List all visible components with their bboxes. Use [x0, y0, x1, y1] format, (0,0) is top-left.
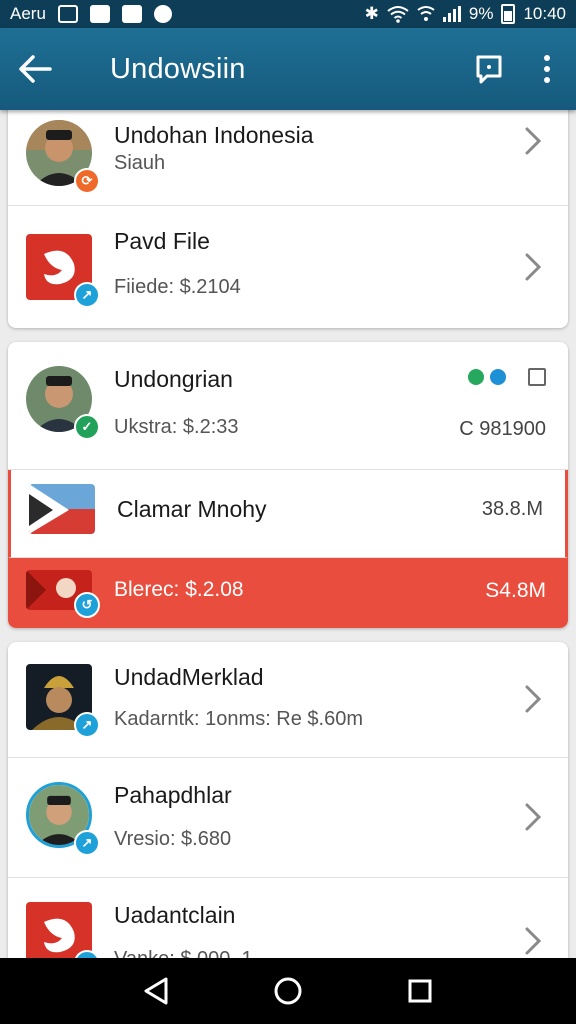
nav-recents-button[interactable]	[396, 967, 444, 1015]
status-badge: ↗	[74, 712, 100, 738]
wifi-secondary-icon	[417, 6, 435, 21]
item-subtitle: Kadarntk: 1onms: Re $.60m	[114, 708, 364, 730]
list-item-highlighted[interactable]: ↺ Blerec: $.2.08 S4.8M	[8, 558, 568, 628]
item-name: Undongrian	[114, 366, 233, 392]
avatar: ↗	[26, 902, 100, 958]
item-name: Clamar Mnohy	[117, 496, 267, 522]
content-list: ⟳ Undohan Indonesia Siauh ↗ Pavd File Fi…	[0, 110, 576, 958]
avatar: ↺	[26, 570, 100, 618]
nav-home-button[interactable]	[264, 967, 312, 1015]
circle-home-icon	[274, 977, 302, 1005]
item-name: UndadMerklad	[114, 664, 264, 690]
message-button[interactable]	[460, 28, 518, 110]
image-notification-icon	[57, 5, 78, 23]
contact-card: ✓ Undongrian Ukstra: $.2:33 C 981900 Cla…	[8, 342, 568, 628]
item-subtitle: Vanke: $.000..1	[114, 948, 253, 958]
chevron-right-icon	[525, 253, 542, 281]
list-item[interactable]: ↗ Pavd File Fiiede: $.2104	[8, 206, 568, 328]
square-icon	[528, 368, 546, 386]
avatar	[29, 484, 97, 536]
app-logo-red	[26, 902, 92, 958]
system-nav-bar	[0, 958, 576, 1024]
status-bar: Aeru ✱ 9% 10:40	[0, 0, 576, 28]
app-notification-icon	[89, 5, 110, 23]
item-value: 38.8.M	[481, 498, 543, 520]
arrow-left-icon	[19, 55, 52, 83]
battery-icon	[501, 4, 516, 24]
avatar: ✓	[26, 366, 100, 440]
item-name: Blerec: $.2.08	[114, 578, 244, 601]
item-name: Undohan Indonesia	[114, 122, 314, 148]
item-value: C 981900	[459, 418, 546, 440]
status-badge: ↗	[74, 282, 100, 308]
item-value: S4.8M	[485, 579, 546, 602]
list-item[interactable]: ⟳ Undohan Indonesia Siauh	[8, 110, 568, 206]
more-vert-icon	[544, 55, 550, 83]
chevron-right-icon	[525, 927, 542, 955]
status-indicators	[468, 368, 546, 386]
clock: 10:40	[523, 4, 566, 23]
back-button[interactable]	[0, 28, 70, 110]
avatar: ↗	[26, 234, 100, 308]
avatar: ⟳	[26, 120, 100, 194]
item-name: Pahapdhlar	[114, 782, 232, 808]
verified-badge: ✓	[74, 414, 100, 440]
battery-percent: 9%	[468, 4, 494, 23]
info-dot-icon	[490, 369, 506, 385]
overflow-menu-button[interactable]	[518, 28, 576, 110]
sync-notification-icon	[153, 5, 172, 23]
contact-card: ⟳ Undohan Indonesia Siauh ↗ Pavd File Fi…	[8, 110, 568, 328]
nav-back-button[interactable]	[132, 967, 180, 1015]
chat-bubble-icon	[476, 55, 502, 84]
chevron-right-icon	[525, 127, 542, 155]
list-item[interactable]: ✓ Undongrian Ukstra: $.2:33 C 981900	[8, 342, 568, 470]
flag-image	[29, 484, 95, 534]
item-subtitle: Vresio: $.680	[114, 828, 232, 850]
chevron-right-icon	[525, 803, 542, 831]
list-item[interactable]: Clamar Mnohy 38.8.M	[8, 470, 568, 558]
list-item[interactable]: ↗ UndadMerklad Kadarntk: 1onms: Re $.60m	[8, 642, 568, 758]
signal-icon	[442, 6, 461, 22]
bluetooth-icon: ✱	[364, 4, 379, 23]
list-item[interactable]: ↗ Pahapdhlar Vresio: $.680	[8, 758, 568, 878]
status-badge: ↺	[74, 592, 100, 618]
item-subtitle: Fiiede: $.2104	[114, 276, 241, 298]
carrier-label: Aeru	[10, 4, 46, 23]
photo-notification-icon	[121, 5, 142, 23]
status-badge: ⟳	[74, 168, 100, 194]
status-badge: ↗	[74, 830, 100, 856]
wifi-icon	[387, 6, 409, 23]
contact-card: ↗ UndadMerklad Kadarntk: 1onms: Re $.60m…	[8, 642, 568, 958]
avatar: ↗	[26, 664, 100, 738]
avatar: ↗	[26, 782, 100, 856]
item-name: Pavd File	[114, 228, 210, 254]
item-subtitle: Ukstra: $.2:33	[114, 416, 239, 438]
square-recents-icon	[408, 979, 432, 1003]
item-name: Uadantclain	[114, 902, 236, 928]
app-bar: Undowsiin	[0, 28, 576, 110]
triangle-back-icon	[144, 977, 168, 1005]
chevron-right-icon	[525, 685, 542, 713]
app-title: Undowsiin	[110, 52, 246, 85]
item-subtitle: Siauh	[114, 152, 166, 174]
online-dot-icon	[468, 369, 484, 385]
list-item[interactable]: ↗ Uadantclain Vanke: $.000..1	[8, 878, 568, 958]
